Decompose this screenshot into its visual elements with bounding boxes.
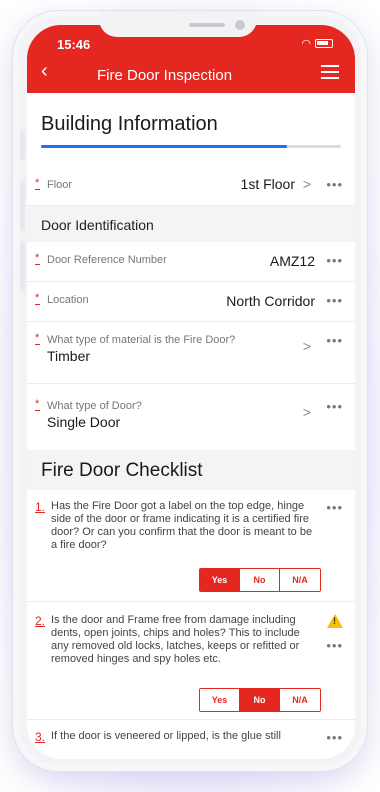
floor-label: Floor: [47, 179, 73, 191]
question-text: If the door is veneered or lipped, is th…: [51, 730, 281, 742]
question-number: 2.: [35, 614, 46, 628]
hamburger-menu-icon[interactable]: [321, 65, 339, 83]
form-content: Building Information * Floor 1st Floor >…: [27, 93, 355, 759]
status-icons: ◠: [301, 37, 333, 50]
answer-yes-button[interactable]: Yes: [200, 689, 240, 711]
required-marker: *: [35, 332, 41, 345]
chevron-left-icon[interactable]: ‹: [41, 61, 48, 81]
required-marker: *: [35, 177, 41, 190]
wifi-icon: ◠: [301, 38, 311, 50]
question-text: Has the Fire Door got a label on the top…: [51, 500, 313, 551]
more-icon[interactable]: •••: [326, 177, 343, 192]
page-title: Fire Door Inspection: [97, 67, 233, 84]
phone-frame: 15:46 ◠ ‹ Fire Door Inspection Building …: [12, 10, 368, 772]
answer-na-button[interactable]: N/A: [280, 569, 320, 591]
more-icon[interactable]: •••: [326, 500, 343, 515]
location-label: Location: [47, 294, 89, 306]
question-number: 3.: [35, 730, 46, 744]
camera: [235, 20, 245, 30]
group-heading-text: Door Identification: [41, 217, 154, 233]
answer-no-button[interactable]: No: [240, 689, 280, 711]
chevron-right-icon: >: [302, 338, 311, 354]
battery-icon: [315, 39, 333, 48]
answer-selector: Yes No N/A: [199, 568, 321, 592]
checklist-title: Fire Door Checklist: [41, 460, 203, 481]
floor-value: 1st Floor: [240, 176, 295, 192]
door-ref-value: AMZ12: [269, 253, 315, 269]
side-button: [20, 181, 25, 231]
answer-no-button[interactable]: No: [240, 569, 280, 591]
section-title: Building Information: [41, 113, 218, 135]
question-text: Is the door and Frame free from damage i…: [51, 614, 300, 665]
checklist-question: 1. Has the Fire Door got a label on the …: [27, 490, 355, 602]
door-type-label: What type of Door?: [47, 400, 142, 412]
side-button: [20, 241, 25, 291]
screen: 15:46 ◠ ‹ Fire Door Inspection Building …: [27, 25, 355, 759]
checklist-question: 3. If the door is veneered or lipped, is…: [27, 720, 355, 759]
material-row[interactable]: * What type of material is the Fire Door…: [27, 322, 355, 384]
door-ref-label: Door Reference Number: [47, 254, 167, 266]
more-icon[interactable]: •••: [326, 333, 343, 348]
speaker: [189, 23, 225, 27]
more-icon[interactable]: •••: [326, 253, 343, 268]
more-icon[interactable]: •••: [326, 293, 343, 308]
door-type-value: Single Door: [47, 414, 121, 430]
required-marker: *: [35, 292, 41, 305]
floor-row[interactable]: * Floor 1st Floor > •••: [27, 164, 355, 206]
checklist-heading: Fire Door Checklist: [27, 450, 355, 490]
answer-selector: Yes No N/A: [199, 688, 321, 712]
answer-na-button[interactable]: N/A: [280, 689, 320, 711]
location-value: North Corridor: [226, 293, 315, 309]
more-icon[interactable]: •••: [326, 638, 343, 653]
required-marker: *: [35, 252, 41, 265]
more-icon[interactable]: •••: [326, 730, 343, 745]
chevron-right-icon: >: [302, 176, 311, 192]
status-time: 15:46: [57, 37, 91, 52]
material-value: Timber: [47, 348, 91, 364]
door-ref-row[interactable]: * Door Reference Number AMZ12 •••: [27, 242, 355, 282]
notch: [99, 11, 257, 37]
door-type-row[interactable]: * What type of Door? Single Door > •••: [27, 384, 355, 450]
answer-yes-button[interactable]: Yes: [200, 569, 240, 591]
warning-icon: !: [327, 614, 343, 628]
side-button: [20, 131, 25, 161]
door-identification-heading: Door Identification: [27, 206, 355, 242]
checklist-question: 2. Is the door and Frame free from damag…: [27, 602, 355, 720]
location-row[interactable]: * Location North Corridor •••: [27, 282, 355, 322]
material-label: What type of material is the Fire Door?: [47, 334, 236, 346]
required-marker: *: [35, 398, 41, 411]
building-section-header: Building Information: [27, 93, 355, 137]
question-number: 1.: [35, 500, 46, 514]
chevron-right-icon: >: [302, 404, 311, 420]
more-icon[interactable]: •••: [326, 399, 343, 414]
